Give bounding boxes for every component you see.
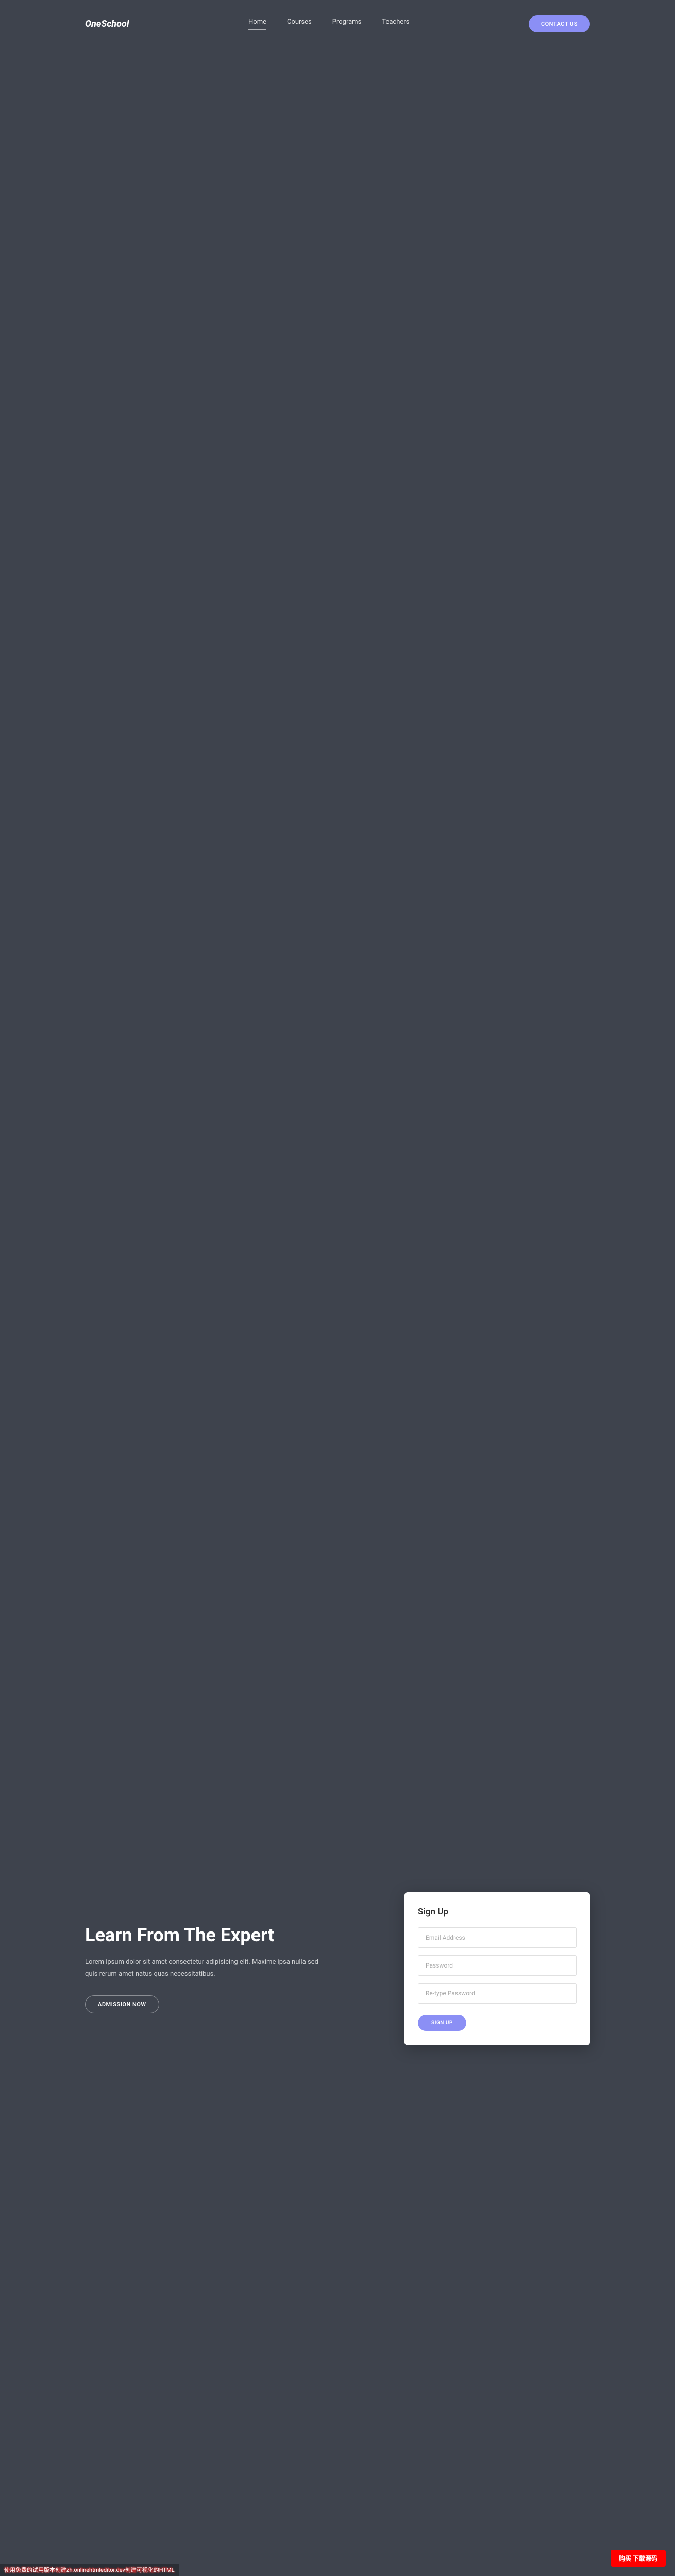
email-field[interactable] [418, 1927, 577, 1948]
hero-subtitle: Lorem ipsum dolor sit amet consectetur a… [85, 1956, 322, 1980]
nav-teachers[interactable]: Teachers [382, 18, 409, 30]
admission-button[interactable]: ADMISSION NOW [85, 1995, 159, 2013]
signup-button[interactable]: SIGN UP [418, 2015, 466, 2031]
main-nav: Home Courses Programs Teachers [248, 18, 409, 30]
nav-programs[interactable]: Programs [332, 18, 362, 30]
password-field[interactable] [418, 1955, 577, 1976]
watermark-text: 使用免费的试用版本创建zh.onlinehtmleditor.dev创建可视化的… [0, 2564, 179, 2576]
hero-title: Learn From The Expert [85, 1924, 348, 1946]
purchase-badge[interactable]: 购买 下载源码 [611, 2550, 666, 2567]
signup-card: Sign Up SIGN UP [404, 1892, 590, 2045]
retype-password-field[interactable] [418, 1983, 577, 2004]
nav-courses[interactable]: Courses [287, 18, 312, 30]
contact-us-button[interactable]: CONTACT US [529, 15, 590, 32]
logo[interactable]: OneSchool [85, 19, 129, 29]
nav-home[interactable]: Home [248, 18, 266, 30]
signup-title: Sign Up [418, 1907, 577, 1917]
